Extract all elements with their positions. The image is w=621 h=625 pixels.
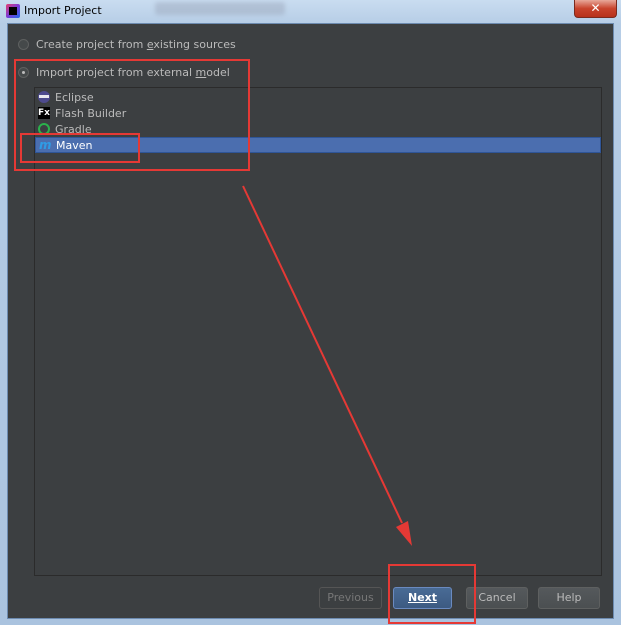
title-bar: Import Project ✕ <box>0 0 621 22</box>
create-from-sources-radio[interactable] <box>18 38 29 50</box>
help-button[interactable]: Help <box>538 587 600 609</box>
window-title: Import Project <box>24 4 102 17</box>
previous-button[interactable]: Previous <box>319 587 382 609</box>
intellij-app-icon <box>6 4 20 18</box>
create-from-sources-label: Create project from existing sources <box>36 37 236 51</box>
blurred-title-overlay <box>155 2 285 15</box>
annotation-box-next <box>388 564 476 624</box>
annotation-box-maven <box>20 133 140 163</box>
create-from-sources-option[interactable]: Create project from existing sources <box>18 36 236 52</box>
close-button[interactable]: ✕ <box>574 0 617 18</box>
import-project-window: Import Project ✕ Create project from exi… <box>0 0 621 625</box>
